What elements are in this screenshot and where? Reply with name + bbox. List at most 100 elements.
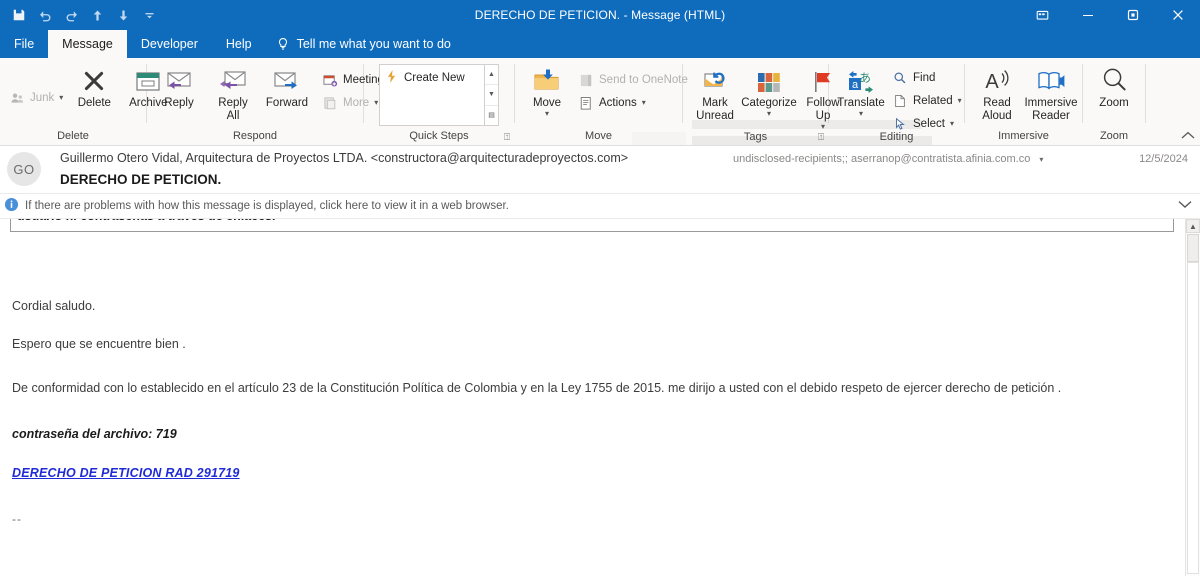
save-icon[interactable] (6, 3, 32, 27)
translate-button[interactable]: aあ Translate ▾ (834, 62, 888, 120)
body-greeting: Cordial saludo. (12, 299, 96, 313)
customize-quick-access-toolbar-icon[interactable] (136, 3, 162, 27)
avatar[interactable]: GO (7, 152, 41, 186)
ribbon-group-respond: Reply Reply All Forward Meeting More ▾ R… (147, 58, 384, 145)
ribbon-group-tags: Mark Unread Categorize ▾ Follow Up ▾ Tag… (683, 58, 840, 145)
quick-steps-scrollbar[interactable]: ▲ ▼ ▤ (484, 65, 498, 125)
recipients-text: undisclosed-recipients;; aserranop@contr… (733, 153, 1031, 165)
body-wish: Espero que se encuentre bien . (12, 337, 186, 351)
tell-me-label: Tell me what you want to do (296, 37, 451, 51)
expand-header-chevron-down-icon[interactable] (1178, 198, 1192, 212)
reply-all-button[interactable]: Reply All (206, 62, 260, 125)
message-body: usuario ni contraseñas a traves de enlac… (0, 219, 1200, 576)
send-to-onenote-button[interactable]: Send to OneNote (574, 70, 692, 90)
tab-message[interactable]: Message (48, 30, 127, 58)
categorize-button[interactable]: Categorize ▾ (741, 62, 797, 120)
forward-icon (272, 64, 302, 94)
scroll-down-arrow-icon[interactable]: ▼ (485, 84, 498, 104)
move-button[interactable]: Move ▾ (520, 62, 574, 120)
move-folder-icon (533, 64, 561, 94)
scroll-up-arrow-icon[interactable]: ▲ (1186, 219, 1200, 233)
find-icon (892, 70, 908, 86)
junk-label: Junk (30, 92, 55, 104)
send-to-onenote-label: Send to OneNote (599, 74, 688, 86)
tell-me-search[interactable]: Tell me what you want to do (266, 30, 461, 58)
forward-button[interactable]: Forward (260, 62, 314, 112)
body-paragraph: De conformidad con lo establecido en el … (12, 381, 1062, 395)
ribbon-group-editing: aあ Translate ▾ Find Related ▾ Select ▾ E… (829, 58, 964, 145)
read-aloud-label: Read Aloud (982, 97, 1012, 122)
delete-label: Delete (77, 97, 111, 109)
ribbon-group-label-zoom: Zoom (1099, 129, 1129, 142)
previous-item-icon[interactable] (84, 3, 110, 27)
zoom-magnifier-icon (1100, 64, 1128, 94)
tab-help[interactable]: Help (212, 30, 266, 58)
quick-steps-dialog-launcher[interactable]: ⍐ (504, 133, 510, 143)
message-header: GO Guillermo Otero Vidal, Arquitectura d… (0, 146, 1200, 194)
quick-steps-more-icon[interactable]: ▤ (485, 104, 498, 125)
mark-unread-button[interactable]: Mark Unread (688, 62, 742, 125)
recipients-line[interactable]: undisclosed-recipients;; aserranop@contr… (733, 153, 1043, 165)
tab-developer[interactable]: Developer (127, 30, 212, 58)
quick-step-create-new[interactable]: Create New (383, 69, 481, 87)
tab-file[interactable]: File (0, 30, 48, 58)
related-icon (892, 93, 908, 109)
delete-button[interactable]: Delete (67, 62, 121, 112)
chevron-down-icon: ▾ (949, 119, 954, 128)
minimize-icon[interactable] (1065, 0, 1110, 30)
reply-all-label: Reply All (218, 97, 248, 122)
group-divider (1145, 64, 1146, 123)
meeting-icon (322, 72, 338, 88)
scroll-up-arrow-icon[interactable]: ▲ (485, 65, 498, 84)
redo-icon[interactable] (58, 3, 84, 27)
read-aloud-button[interactable]: A Read Aloud (970, 62, 1024, 125)
attachment-link[interactable]: DERECHO DE PETICION RAD 291719 (12, 466, 240, 480)
tags-dialog-launcher[interactable]: ⍐ (818, 133, 824, 143)
chevron-down-icon: ▾ (766, 109, 771, 118)
quick-steps-gallery[interactable]: Create New ▲ ▼ ▤ (379, 64, 499, 126)
actions-button[interactable]: Actions ▾ (574, 93, 692, 113)
ribbon-group-move: Move ▾ Send to OneNote Actions ▾ Move (515, 58, 688, 145)
chevron-down-icon[interactable]: ▾ (1039, 155, 1043, 164)
chevron-down-icon: ▾ (59, 93, 64, 102)
ribbon-group-delete: Junk ▾ Delete Archive Delete (0, 58, 167, 145)
ribbon-group-label-respond: Respond (232, 129, 278, 142)
related-button[interactable]: Related ▾ (888, 91, 966, 111)
ribbon-display-options-icon[interactable] (1020, 0, 1065, 30)
close-icon[interactable] (1155, 0, 1200, 30)
svg-text:あ: あ (859, 71, 871, 85)
restore-icon[interactable] (1110, 0, 1155, 30)
next-item-icon[interactable] (110, 3, 136, 27)
security-warning-box: usuario ni contraseñas a traves de enlac… (10, 219, 1174, 232)
info-icon (4, 197, 19, 215)
find-button[interactable]: Find (888, 68, 966, 88)
collapse-ribbon-icon[interactable] (1181, 131, 1195, 143)
junk-button[interactable]: Junk ▾ (5, 88, 67, 108)
scrollbar-thumb[interactable] (1187, 234, 1199, 262)
find-label: Find (913, 72, 936, 84)
sender-line[interactable]: Guillermo Otero Vidal, Arquitectura de P… (60, 151, 628, 165)
junk-icon (9, 90, 25, 106)
info-bar[interactable]: If there are problems with how this mess… (0, 194, 1200, 219)
body-scrollbar[interactable]: ▲ (1185, 219, 1200, 576)
chevron-down-icon: ▾ (858, 109, 863, 118)
svg-text:a: a (852, 79, 859, 91)
info-bar-text: If there are problems with how this mess… (25, 200, 509, 212)
scrollbar-rail[interactable] (1187, 262, 1199, 574)
svg-text:A: A (985, 71, 999, 93)
zoom-button[interactable]: Zoom (1087, 62, 1141, 112)
reply-button[interactable]: Reply (152, 62, 206, 112)
scrollbar-track[interactable] (1186, 234, 1200, 576)
reply-label: Reply (164, 97, 194, 109)
immersive-reader-icon (1037, 64, 1065, 94)
categorize-icon (757, 64, 781, 94)
message-body-content[interactable]: usuario ni contraseñas a traves de enlac… (0, 219, 1186, 576)
forward-label: Forward (265, 97, 309, 109)
more-icon (322, 95, 338, 111)
chevron-down-icon: ▾ (641, 98, 646, 107)
ribbon: Junk ▾ Delete Archive Delete Reply Reply… (0, 58, 1200, 146)
body-attachment-link-container: DERECHO DE PETICION RAD 291719 (12, 465, 1174, 482)
delete-x-icon (81, 64, 107, 94)
immersive-reader-button[interactable]: Immersive Reader (1024, 62, 1078, 125)
undo-icon[interactable] (32, 3, 58, 27)
